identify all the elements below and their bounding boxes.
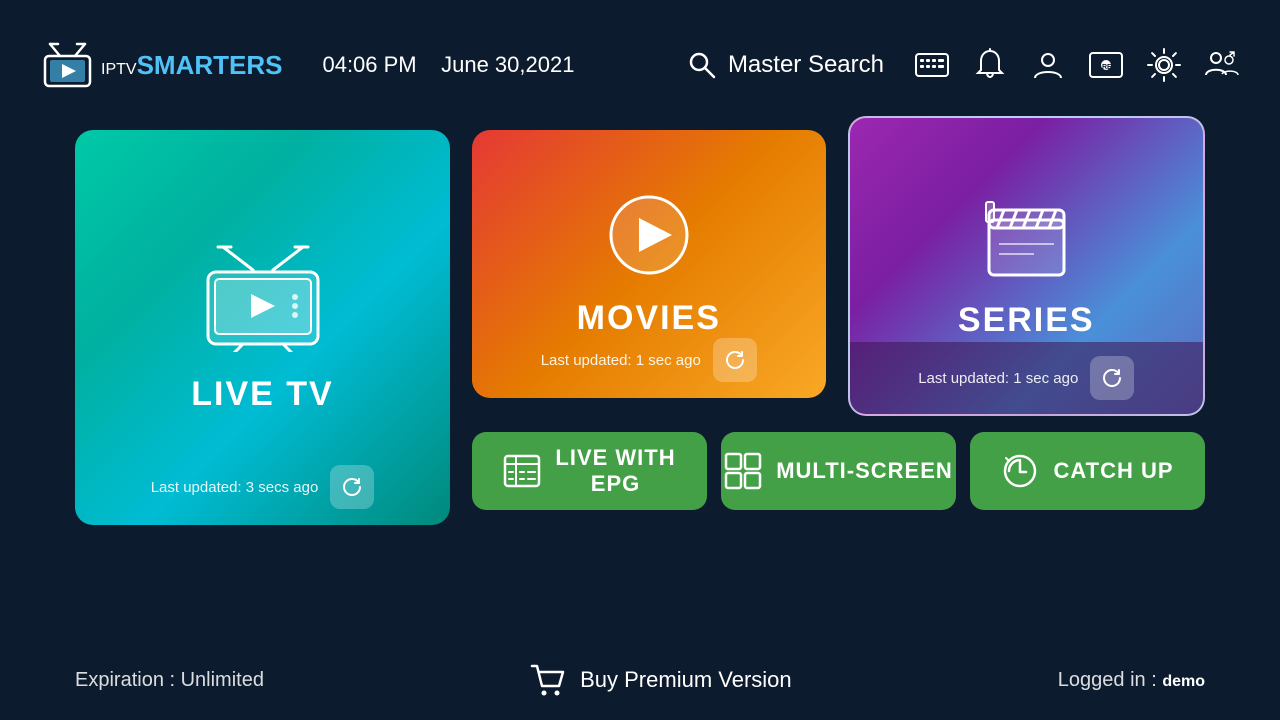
movies-card[interactable]: MOVIES Last updated: 1 sec ago [472, 130, 826, 398]
multi-screen-button[interactable]: MULTI-SCREEN [721, 432, 956, 510]
logged-in-section: Logged in : demo [1058, 669, 1205, 692]
time-display: 04:06 PM [322, 52, 416, 77]
cards-row: LIVE TV Last updated: 3 secs ago [75, 130, 1205, 525]
bottom-buttons: LIVE WITH EPG MULTI-SCREEN [472, 432, 1205, 510]
multi-screen-label: MULTI-SCREEN [776, 458, 953, 484]
svg-text:REC: REC [1102, 64, 1117, 71]
movies-title: MOVIES [577, 299, 721, 338]
series-refresh-button[interactable] [1090, 356, 1134, 400]
header: IPTVSMARTERS 04:06 PM June 30,2021 Maste… [0, 0, 1280, 130]
live-tv-title: LIVE TV [191, 375, 333, 414]
series-icon [979, 192, 1074, 287]
search-label: Master Search [728, 51, 884, 79]
live-epg-label-line2: EPG [555, 471, 675, 497]
expiration-text: Expiration : Unlimited [75, 669, 264, 692]
live-epg-button[interactable]: LIVE WITH EPG [472, 432, 707, 510]
catch-up-button[interactable]: CATCH UP [970, 432, 1205, 510]
live-epg-label-line1: LIVE WITH [555, 445, 675, 471]
top-right-row: MOVIES Last updated: 1 sec ago [472, 130, 1205, 416]
profile-icon[interactable] [1030, 47, 1066, 83]
movies-icon [604, 190, 694, 285]
settings-icon[interactable] [1146, 47, 1182, 83]
series-title: SERIES [958, 301, 1095, 340]
logo-text: IPTVSMARTERS [101, 50, 282, 81]
epg-icon[interactable] [914, 47, 950, 83]
switch-user-icon[interactable] [1204, 47, 1240, 83]
buy-premium-button[interactable]: Buy Premium Version [530, 662, 792, 698]
search-bar[interactable]: Master Search [686, 49, 884, 81]
catch-up-label: CATCH UP [1053, 458, 1173, 484]
header-icons: REC [914, 47, 1240, 83]
search-icon [686, 49, 718, 81]
movies-update: Last updated: 1 sec ago [541, 352, 701, 369]
logo-tv-icon [40, 40, 95, 90]
catch-up-icon [1001, 452, 1039, 490]
live-tv-card[interactable]: LIVE TV Last updated: 3 secs ago [75, 130, 450, 525]
date-display: June 30,2021 [441, 52, 574, 77]
series-card[interactable]: SERIES Last updated: 1 sec ago [848, 116, 1206, 416]
right-column: MOVIES Last updated: 1 sec ago [472, 130, 1205, 510]
live-tv-refresh-button[interactable] [330, 465, 374, 509]
bottom-bar: Expiration : Unlimited Buy Premium Versi… [0, 640, 1280, 720]
live-tv-update: Last updated: 3 secs ago [151, 479, 319, 496]
movies-footer: Last updated: 1 sec ago [472, 338, 826, 382]
series-update: Last updated: 1 sec ago [918, 370, 1078, 387]
movies-refresh-button[interactable] [713, 338, 757, 382]
live-tv-icon [193, 242, 333, 357]
series-footer: Last updated: 1 sec ago [850, 342, 1204, 414]
cart-icon [530, 662, 566, 698]
logo-smarters: SMARTERS [137, 50, 283, 80]
buy-premium-label: Buy Premium Version [580, 667, 792, 693]
live-tv-footer: Last updated: 3 secs ago [75, 465, 450, 509]
main-content: LIVE TV Last updated: 3 secs ago [0, 130, 1280, 525]
bell-icon[interactable] [972, 47, 1008, 83]
live-epg-icon [503, 452, 541, 490]
record-icon[interactable]: REC [1088, 47, 1124, 83]
multi-screen-icon [724, 452, 762, 490]
live-epg-label: LIVE WITH EPG [555, 445, 675, 498]
logged-in-label: Logged in : [1058, 669, 1163, 691]
logged-in-user: demo [1162, 673, 1205, 690]
logo-iptv: IPTV [101, 61, 137, 78]
datetime: 04:06 PM June 30,2021 [322, 52, 574, 78]
logo: IPTVSMARTERS [40, 40, 282, 90]
